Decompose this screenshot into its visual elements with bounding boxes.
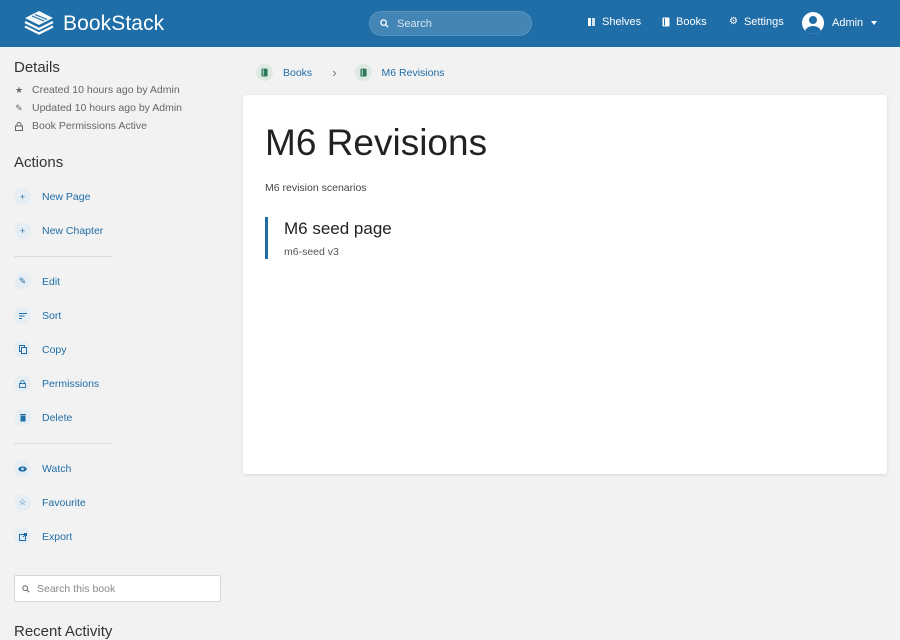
recent-activity-heading: Recent Activity bbox=[14, 623, 113, 640]
app-name: BookStack bbox=[63, 11, 165, 35]
nav-books-label: Books bbox=[676, 16, 707, 28]
avatar bbox=[802, 12, 824, 34]
lock-icon bbox=[14, 121, 24, 131]
watch-label: Watch bbox=[42, 462, 72, 475]
chevron-down-icon bbox=[871, 21, 878, 25]
created-info: ★ Created 10 hours ago by Admin bbox=[14, 84, 180, 96]
export-button[interactable]: Export bbox=[14, 528, 72, 545]
nav-settings-label: Settings bbox=[743, 16, 784, 28]
sort-label: Sort bbox=[42, 309, 62, 322]
permissions-label: Permissions bbox=[42, 377, 100, 390]
permissions-button[interactable]: Permissions bbox=[14, 375, 99, 392]
user-menu[interactable]: Admin bbox=[802, 12, 878, 34]
breadcrumb-current-book[interactable]: M6 Revisions bbox=[354, 64, 445, 81]
delete-label: Delete bbox=[42, 411, 73, 424]
trash-icon bbox=[14, 409, 31, 426]
pencil-icon: ✎ bbox=[14, 273, 31, 290]
new-page-label: New Page bbox=[42, 190, 91, 203]
book-content-card: M6 Revisions M6 revision scenarios M6 se… bbox=[243, 95, 887, 474]
details-heading: Details bbox=[14, 59, 60, 76]
plus-icon: + bbox=[14, 222, 31, 239]
edit-button[interactable]: ✎ Edit bbox=[14, 273, 60, 290]
plus-icon: + bbox=[14, 188, 31, 205]
page-title: M6 seed page bbox=[284, 219, 392, 238]
actions-heading: Actions bbox=[14, 154, 64, 171]
divider bbox=[14, 443, 112, 444]
book-icon bbox=[662, 17, 670, 27]
favourite-button[interactable]: ☆ Favourite bbox=[14, 494, 86, 511]
pencil-icon: ✎ bbox=[15, 102, 23, 113]
export-label: Export bbox=[42, 530, 73, 543]
favourite-label: Favourite bbox=[42, 496, 86, 509]
breadcrumb-books-label: Books bbox=[283, 66, 313, 79]
star-icon: ★ bbox=[14, 84, 24, 95]
updated-text: Updated 10 hours ago by Admin bbox=[32, 102, 183, 114]
book-search[interactable] bbox=[14, 575, 221, 602]
book-title: M6 Revisions bbox=[265, 122, 488, 163]
search-input[interactable] bbox=[397, 17, 517, 30]
nav-settings[interactable]: ⚙ Settings bbox=[729, 16, 784, 28]
nav-shelves[interactable]: Shelves bbox=[587, 16, 641, 28]
breadcrumb-books[interactable]: Books bbox=[256, 64, 312, 81]
permissions-text: Book Permissions Active bbox=[32, 120, 147, 132]
page-excerpt: m6-seed v3 bbox=[284, 246, 339, 258]
divider bbox=[14, 256, 112, 257]
app-logo[interactable]: BookStack bbox=[24, 10, 164, 37]
new-chapter-button[interactable]: + New Chapter bbox=[14, 222, 103, 239]
breadcrumb-current-label: M6 Revisions bbox=[381, 66, 445, 79]
sort-button[interactable]: Sort bbox=[14, 307, 61, 324]
bookstack-logo-icon bbox=[24, 11, 54, 35]
sort-icon bbox=[14, 307, 31, 324]
watch-button[interactable]: Watch bbox=[14, 460, 71, 477]
new-chapter-label: New Chapter bbox=[42, 224, 104, 237]
delete-button[interactable]: Delete bbox=[14, 409, 72, 426]
top-header: BookStack Shelves Books ⚙ Settings Admin bbox=[0, 0, 900, 47]
nav-shelves-label: Shelves bbox=[602, 16, 642, 28]
star-icon: ☆ bbox=[14, 494, 31, 511]
book-search-input[interactable] bbox=[37, 582, 207, 595]
copy-button[interactable]: Copy bbox=[14, 341, 67, 358]
gear-icon: ⚙ bbox=[729, 16, 738, 27]
list-item[interactable]: M6 seed page m6-seed v3 bbox=[265, 217, 392, 259]
search-icon bbox=[380, 19, 389, 28]
book-description: M6 revision scenarios bbox=[265, 182, 367, 194]
book-icon bbox=[354, 64, 372, 81]
lock-icon bbox=[14, 375, 31, 392]
created-text: Created 10 hours ago by Admin bbox=[32, 84, 180, 96]
search-icon bbox=[22, 584, 30, 593]
eye-icon bbox=[14, 460, 31, 477]
chevron-right-icon: › bbox=[332, 65, 337, 80]
edit-label: Edit bbox=[42, 275, 61, 288]
nav-books[interactable]: Books bbox=[662, 16, 707, 28]
books-icon bbox=[256, 64, 273, 81]
export-icon bbox=[14, 528, 31, 545]
user-name: Admin bbox=[832, 17, 864, 29]
copy-icon bbox=[14, 341, 31, 358]
global-search[interactable] bbox=[369, 11, 532, 36]
permissions-info[interactable]: Book Permissions Active bbox=[14, 120, 147, 132]
new-page-button[interactable]: + New Page bbox=[14, 188, 90, 205]
copy-label: Copy bbox=[42, 343, 67, 356]
shelves-icon bbox=[588, 18, 595, 26]
updated-info: ✎ Updated 10 hours ago by Admin bbox=[14, 102, 182, 114]
breadcrumb: Books › M6 Revisions bbox=[256, 64, 445, 81]
